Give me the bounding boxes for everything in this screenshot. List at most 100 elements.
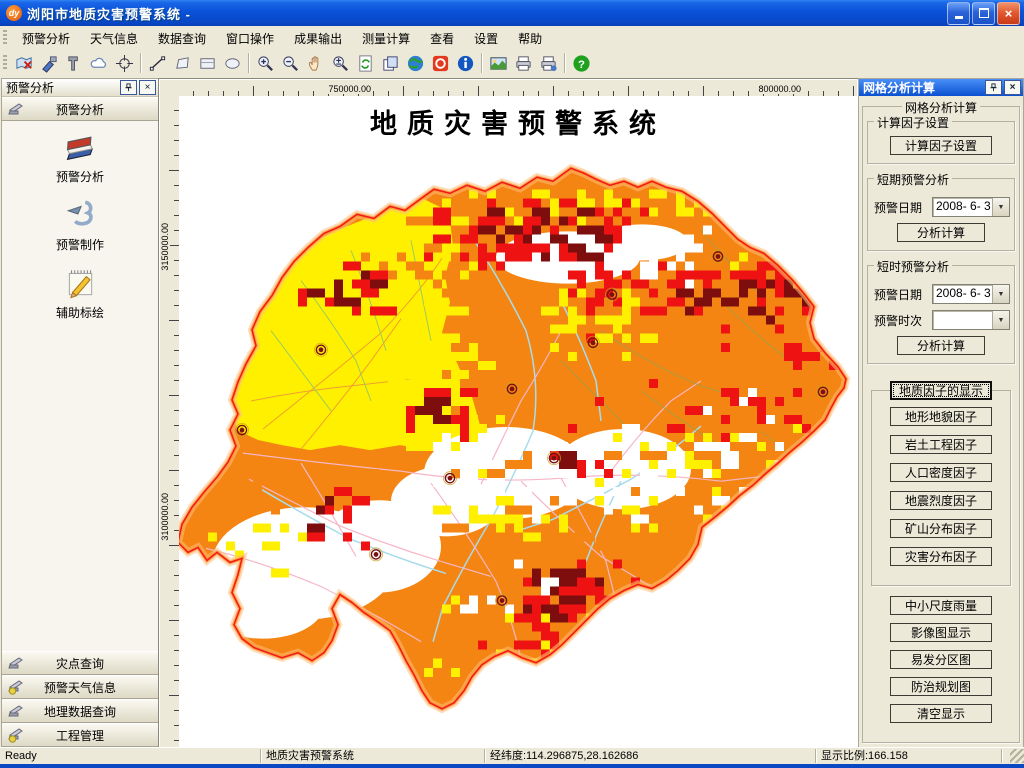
menu-item-2[interactable]: 数据查询 <box>148 27 216 50</box>
dropdown-arrow-icon[interactable]: ▼ <box>992 285 1009 303</box>
factor-button-5[interactable]: 灾害分布因子 <box>890 547 992 566</box>
nav-bar-3[interactable]: 工程管理 <box>2 723 158 747</box>
toolbar-separator <box>564 53 566 73</box>
extra-button-2[interactable]: 易发分区图 <box>890 650 992 669</box>
factor-display-button[interactable]: 地质因子的显示 <box>890 381 992 400</box>
toolbar-button-zoom-out[interactable] <box>278 52 303 75</box>
size-grip[interactable] <box>1010 749 1024 763</box>
extra-button-1[interactable]: 影像图显示 <box>890 623 992 642</box>
ruler-corner <box>160 80 180 97</box>
map-select-icon <box>16 56 32 69</box>
shortcut-0[interactable]: 预警分析 <box>2 129 158 185</box>
left-section-label: 预警分析 <box>55 102 104 117</box>
toolbar-button-zoom-extent[interactable] <box>328 52 353 75</box>
factor-setup-button[interactable]: 计算因子设置 <box>890 136 992 155</box>
toolbar-button-locate[interactable] <box>112 52 137 75</box>
ruler-y-label-1: 3150000.00 <box>160 222 170 272</box>
short-term-date-combo[interactable]: 2008- 6- 3 ▼ <box>932 197 1010 217</box>
factor-button-0[interactable]: 地形地貌因子 <box>890 407 992 426</box>
menu-item-3[interactable]: 窗口操作 <box>216 27 284 50</box>
map-area: 750000.00 800000.00 3150000.00 3100000.0… <box>158 78 859 750</box>
right-panel-close-button[interactable]: × <box>1004 80 1021 95</box>
ruler-x-label-2: 800000.00 <box>757 84 802 94</box>
short-time-times-combo[interactable]: ▼ <box>932 310 1010 330</box>
shortcut-2[interactable]: 辅助标绘 <box>2 265 158 321</box>
station-marker <box>586 335 600 350</box>
map-canvas[interactable]: 地质灾害预警系统 <box>179 96 857 748</box>
book-icon <box>66 136 94 161</box>
menu-item-4[interactable]: 成果输出 <box>284 27 352 50</box>
extra-button-3[interactable]: 防治规划图 <box>890 677 992 696</box>
grid-analysis-panel: 网格分析计算 计算因子设置 计算因子设置 短期预警分析 预警日期 2008- 6… <box>859 96 1023 747</box>
toolbar-button-help[interactable]: ? <box>569 52 594 75</box>
factor-button-4[interactable]: 矿山分布因子 <box>890 519 992 538</box>
toolbar-button-rectangle[interactable] <box>195 52 220 75</box>
nav-bar-0[interactable]: 灾点查询 <box>2 651 158 675</box>
toolbar-button-polygon[interactable] <box>170 52 195 75</box>
toolbar-button-print-setup[interactable] <box>536 52 561 75</box>
toolbar-button-zoom-in[interactable] <box>253 52 278 75</box>
menu-item-7[interactable]: 设置 <box>464 27 508 50</box>
short-time-analyze-button[interactable]: 分析计算 <box>897 336 985 355</box>
menu-item-1[interactable]: 天气信息 <box>80 27 148 50</box>
notepad-icon <box>68 270 93 299</box>
short-time-date-combo[interactable]: 2008- 6- 3 ▼ <box>932 284 1010 304</box>
nav-bar-label: 工程管理 <box>55 728 104 743</box>
close-button[interactable]: × <box>997 1 1020 25</box>
toolbar-grip[interactable] <box>3 55 7 71</box>
nav-bar-1[interactable]: 预警天气信息 <box>2 675 158 699</box>
toolbar-button-stop[interactable] <box>428 52 453 75</box>
menu-item-5[interactable]: 测量计算 <box>352 27 420 50</box>
toolbar-button-refresh[interactable] <box>353 52 378 75</box>
menu-item-6[interactable]: 查看 <box>420 27 464 50</box>
factor-setup-title: 计算因子设置 <box>874 114 953 131</box>
shortcut-1[interactable]: 预警制作 <box>2 197 158 253</box>
toolbar-button-layers[interactable] <box>378 52 403 75</box>
pin-button[interactable] <box>985 80 1002 95</box>
station-marker <box>235 423 249 438</box>
short-term-title: 短期预警分析 <box>874 171 953 188</box>
toolbar-button-map-select[interactable] <box>12 52 37 75</box>
nav-bar-2[interactable]: 地理数据查询 <box>2 699 158 723</box>
toolbar-button-image[interactable] <box>486 52 511 75</box>
nav-bar-label: 预警天气信息 <box>43 680 116 695</box>
factor-button-2[interactable]: 人口密度因子 <box>890 463 992 482</box>
left-panel-close-button[interactable]: × <box>139 80 156 95</box>
dropdown-arrow-icon[interactable]: ▼ <box>992 311 1009 329</box>
shortcut-label: 预警分析 <box>55 170 104 184</box>
toolbar-button-info[interactable] <box>453 52 478 75</box>
extra-button-4[interactable]: 清空显示 <box>890 704 992 723</box>
ruler-y-label-2: 3100000.00 <box>160 492 170 542</box>
minimize-button[interactable] <box>947 1 970 25</box>
pin-button[interactable] <box>120 80 137 95</box>
toolbar-button-paint[interactable] <box>37 52 62 75</box>
toolbar-button-cloud[interactable] <box>87 52 112 75</box>
dropdown-arrow-icon[interactable]: ▼ <box>992 198 1009 216</box>
toolbar-button-globe[interactable] <box>403 52 428 75</box>
short-time-times-label: 预警时次 <box>874 313 923 328</box>
menu-item-8[interactable]: 帮助 <box>508 27 552 50</box>
seal-globe-icon <box>8 727 24 743</box>
toolbar: ? <box>0 50 1024 76</box>
station-marker <box>816 384 830 399</box>
factor-button-1[interactable]: 岩土工程因子 <box>890 435 992 454</box>
factor-button-3[interactable]: 地震烈度因子 <box>890 491 992 510</box>
toolbar-button-pan[interactable] <box>303 52 328 75</box>
zoom-out-icon <box>283 55 298 71</box>
station-marker <box>314 342 328 357</box>
menubar-grip[interactable] <box>3 30 7 46</box>
station-marker <box>505 381 519 396</box>
toolbar-button-print[interactable] <box>511 52 536 75</box>
menu-item-0[interactable]: 预警分析 <box>12 27 80 50</box>
toolbar-button-ellipse[interactable] <box>220 52 245 75</box>
short-term-group: 短期预警分析 预警日期 2008- 6- 3 ▼ 分析计算 <box>867 171 1015 251</box>
short-term-analyze-button[interactable]: 分析计算 <box>897 223 985 242</box>
restore-button[interactable] <box>972 1 995 25</box>
left-section-bar[interactable]: 预警分析 <box>2 97 158 121</box>
toolbar-separator <box>140 53 142 73</box>
line-icon <box>149 55 166 71</box>
toolbar-button-line[interactable] <box>145 52 170 75</box>
toolbar-button-hammer[interactable] <box>62 52 87 75</box>
extra-button-0[interactable]: 中小尺度雨量 <box>890 596 992 615</box>
status-ready: Ready <box>0 749 261 763</box>
